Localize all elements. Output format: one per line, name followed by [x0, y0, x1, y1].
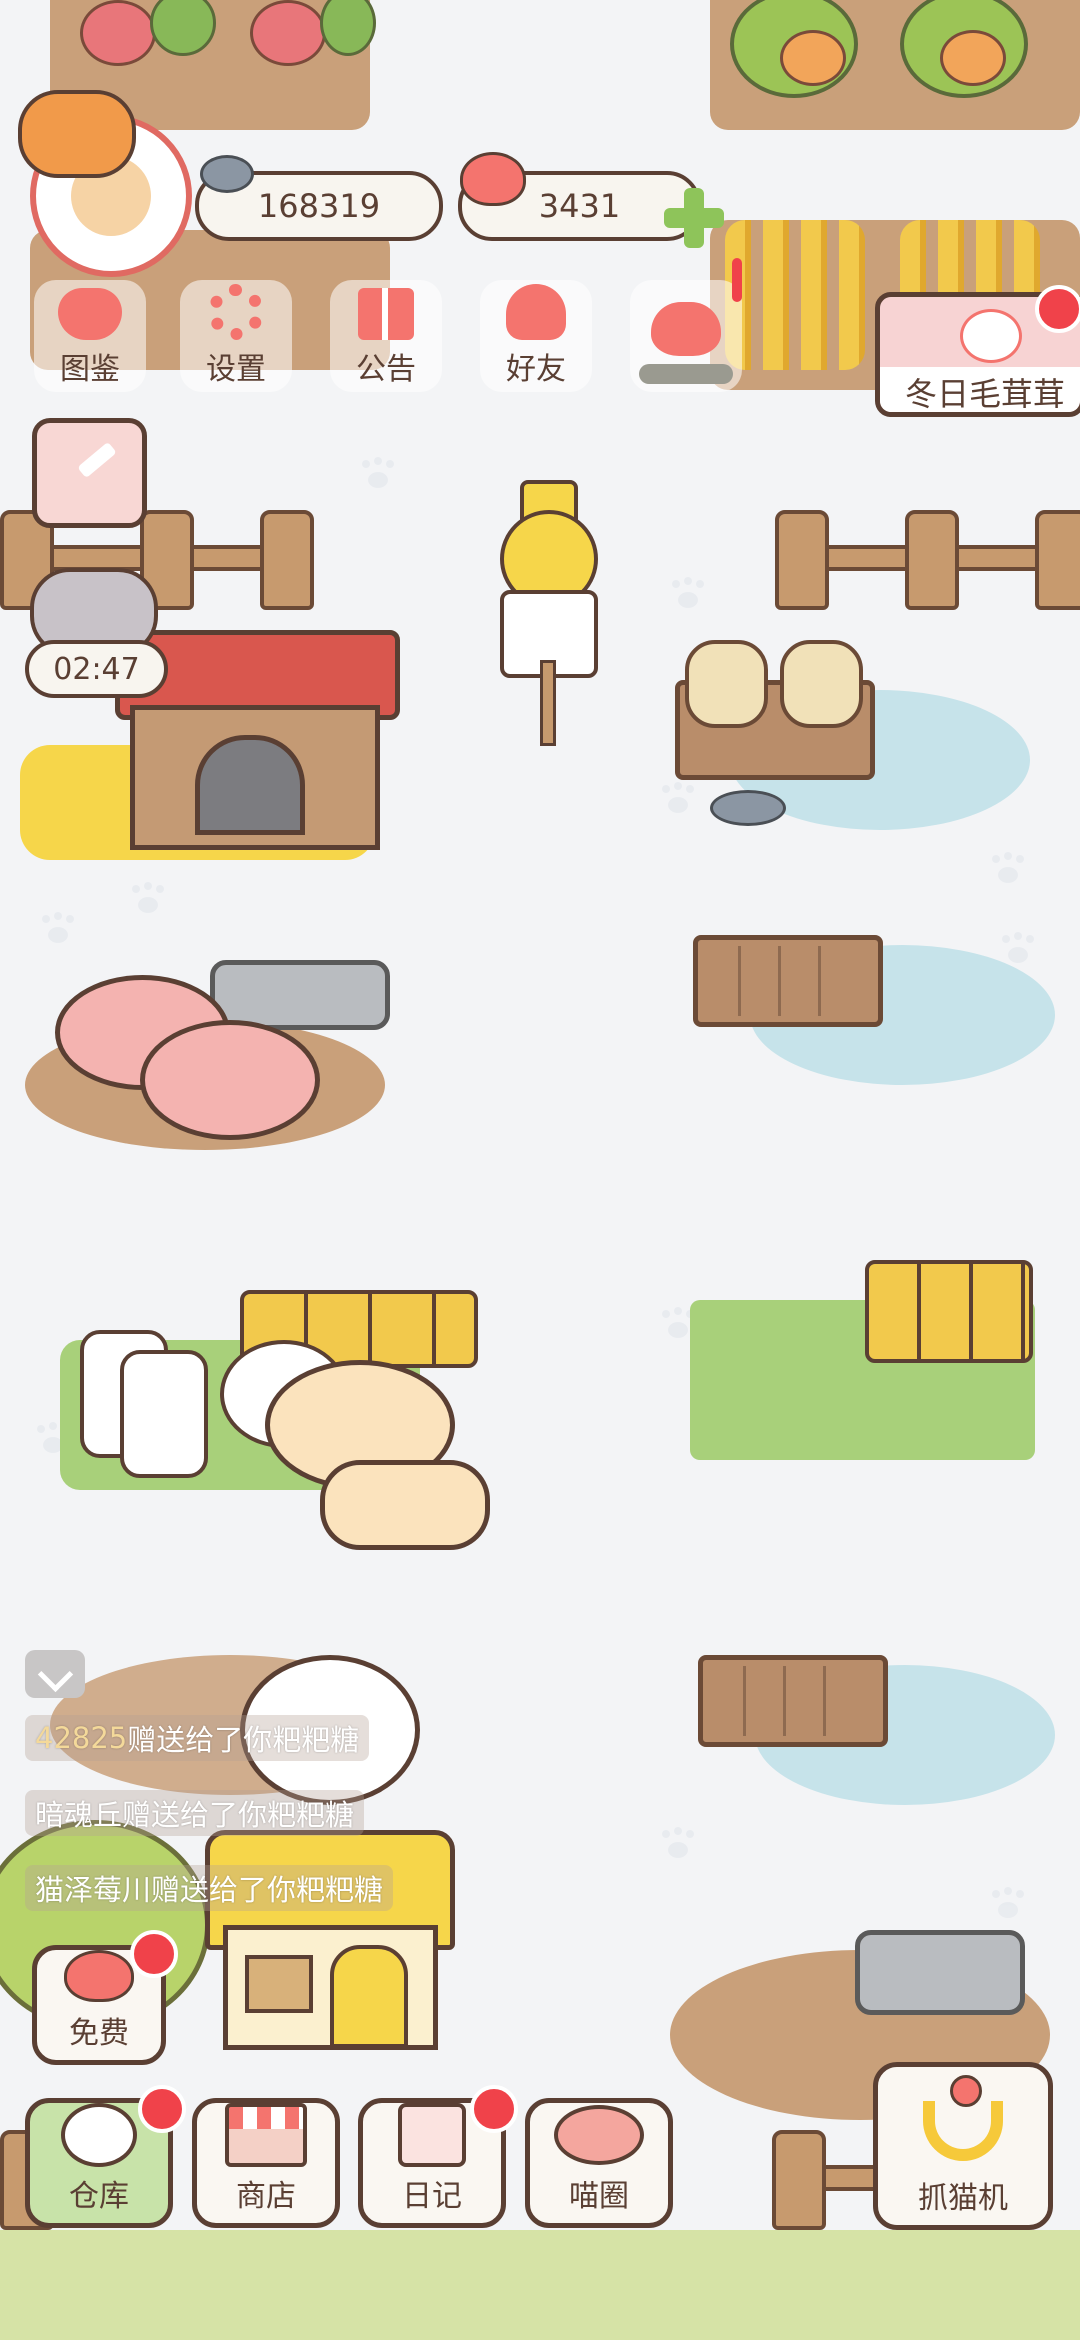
nav-diary-label: 日记: [402, 2179, 462, 2214]
add-heart-button[interactable]: [664, 188, 724, 248]
fish-currency-value: 168319: [257, 187, 381, 225]
fish-currency-icon: [200, 155, 254, 193]
scarecrow[interactable]: [470, 480, 620, 746]
cat-planet-icon: [554, 2105, 644, 2165]
hearts-icon: [651, 302, 721, 356]
chat-toggle-button[interactable]: [25, 1650, 85, 1698]
top-menu-notice-label: 公告: [356, 352, 416, 387]
fish-icon: [710, 790, 786, 826]
chat-text: 赠送给了你粑粑糖: [127, 1723, 360, 1757]
nav-shop[interactable]: 商店: [192, 2098, 340, 2228]
pencil-icon: [77, 441, 117, 479]
nav-warehouse-badge: [138, 2085, 186, 2133]
carrot-plot[interactable]: [710, 0, 1080, 130]
cat-house[interactable]: [205, 1830, 455, 2050]
top-menu-hearts[interactable]: [630, 280, 742, 392]
chevron-down-icon: [37, 1656, 74, 1693]
chat-message: 42825 赠送给了你粑粑糖: [25, 1715, 370, 1761]
top-menu-settings-label: 设置: [206, 352, 266, 387]
cat-head-icon: [58, 288, 122, 340]
chat-message: 暗魂丘赠送给了你粑粑糖: [25, 1790, 365, 1836]
alert-icon: [732, 258, 742, 302]
claw-machine-button[interactable]: 抓猫机: [873, 2062, 1053, 2230]
shop-icon: [225, 2103, 307, 2167]
hay-field[interactable]: [690, 1260, 1035, 1460]
timer-value: 02:47: [53, 651, 140, 687]
heart-currency-icon: [460, 152, 526, 206]
avatar-cat-decoration: [18, 90, 136, 178]
diary-icon: [398, 2103, 466, 2167]
claw-machine-label: 抓猫机: [918, 2181, 1008, 2216]
chat-message: 猫泽莓川赠送给了你粑粑糖: [25, 1865, 394, 1911]
event-banner-label: 冬日毛茸茸: [904, 375, 1065, 413]
chat-text: 暗魂丘赠送给了你粑粑糖: [35, 1798, 355, 1832]
gear-icon: [208, 284, 264, 340]
dog-character[interactable]: [265, 1360, 495, 1550]
top-menu-friends-label: 好友: [506, 352, 566, 387]
nav-warehouse-label: 仓库: [69, 2179, 129, 2214]
top-menu-settings[interactable]: 设置: [180, 280, 292, 392]
hearts-progress-bar: [639, 364, 733, 384]
grass-strip: [0, 2230, 1080, 2340]
top-menu-collection[interactable]: 图鉴: [34, 280, 146, 392]
bowl-icon: [61, 2103, 137, 2167]
nav-shop-label: 商店: [236, 2179, 296, 2214]
paw-icon: [960, 309, 1022, 363]
nav-cat-circle-label: 喵圈: [569, 2179, 629, 2214]
free-button-label: 免费: [69, 2016, 129, 2051]
top-menu-collection-label: 图鉴: [60, 352, 120, 387]
top-menu-friends[interactable]: 好友: [480, 280, 592, 392]
heart-currency-value: 3431: [538, 187, 621, 225]
nav-diary-badge: [470, 2085, 518, 2133]
fish-barrels[interactable]: [675, 640, 875, 780]
heart-icon: [64, 1950, 134, 2002]
pig-pen[interactable]: [25, 960, 390, 1160]
timer-pill[interactable]: 02:47: [25, 640, 168, 698]
friends-icon: [506, 284, 566, 340]
free-badge: [130, 1930, 178, 1978]
top-menu-notice[interactable]: 公告: [330, 280, 442, 392]
nav-cat-circle[interactable]: 喵圈: [525, 2098, 673, 2228]
calendar-button[interactable]: [32, 418, 147, 528]
chat-text: 猫泽莓川赠送给了你粑粑糖: [35, 1873, 384, 1907]
event-badge: [1035, 285, 1080, 333]
gift-icon: [358, 288, 414, 340]
chat-sender: 42825: [35, 1721, 128, 1755]
claw-icon: [918, 2075, 1008, 2165]
